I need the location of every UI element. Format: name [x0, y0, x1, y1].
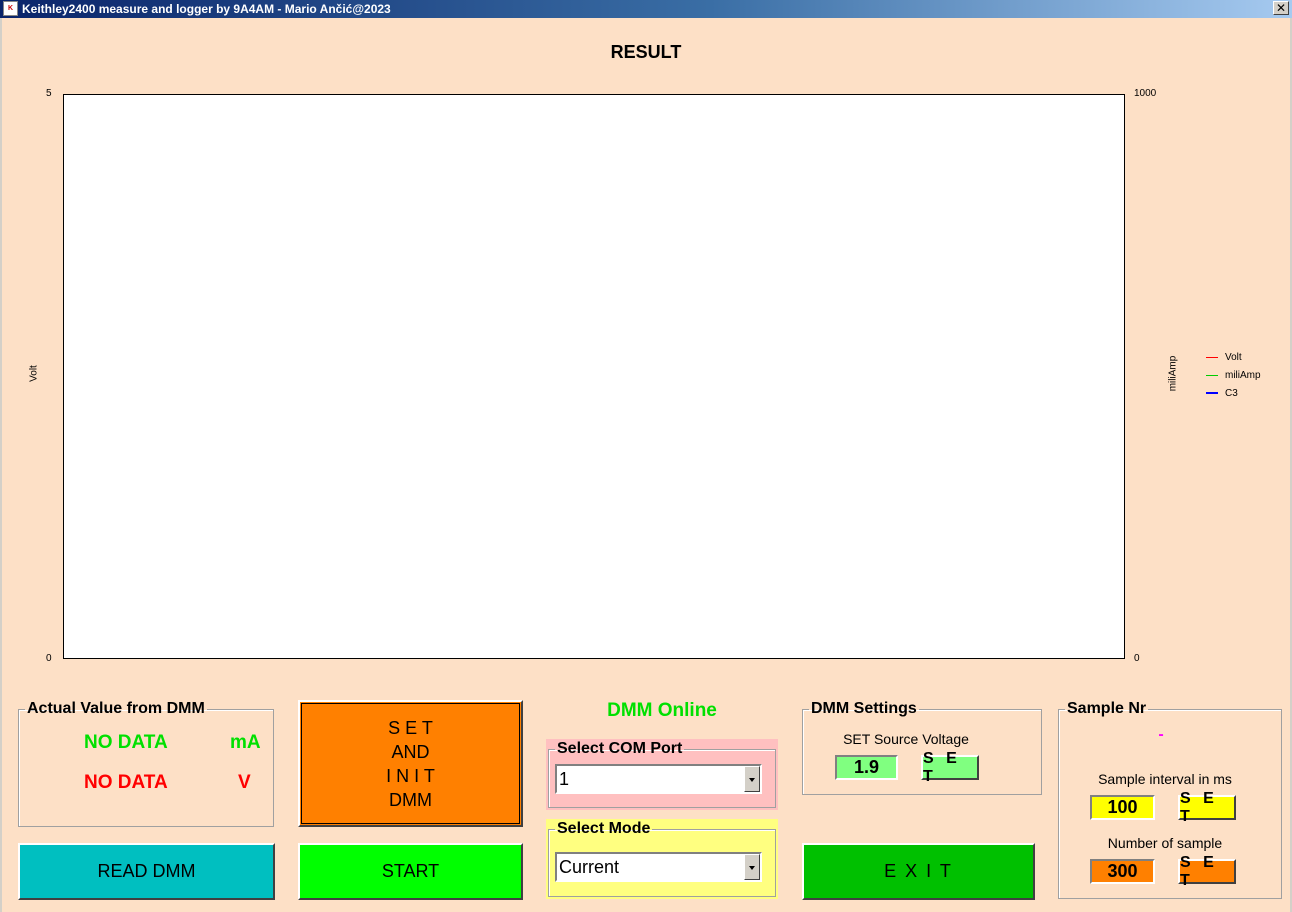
chevron-down-icon[interactable] [744, 766, 760, 792]
actual-value-legend: Actual Value from DMM [27, 700, 205, 717]
chevron-down-icon[interactable] [744, 854, 760, 880]
window-title: Keithley2400 measure and logger by 9A4AM… [22, 2, 391, 16]
legend-label-volt: Volt [1225, 352, 1242, 363]
voltage-value: NO DATA [84, 772, 168, 793]
plot-svg [64, 95, 1124, 658]
set-init-line1: S E T [388, 717, 433, 738]
voltage-unit: V [238, 772, 251, 793]
legend-swatch-volt [1206, 357, 1218, 358]
dmm-settings-legend: DMM Settings [811, 700, 917, 717]
set-init-line3: I N I T [386, 765, 435, 786]
close-icon[interactable]: ✕ [1273, 1, 1289, 15]
y-left-axis-label: Volt [28, 365, 40, 382]
mode-select[interactable]: Current [555, 852, 762, 882]
legend-swatch-c3 [1206, 392, 1218, 394]
chart-title: RESULT [610, 42, 682, 62]
sample-count-input[interactable]: 300 [1090, 859, 1155, 884]
current-unit: mA [230, 732, 261, 753]
legend-label-miliamp: miliAmp [1225, 370, 1261, 381]
y-right-axis-label: miliAmp [1167, 355, 1179, 392]
source-voltage-input[interactable]: 1.9 [835, 755, 898, 780]
sample-legend: Sample Nr [1067, 700, 1147, 717]
y-left-min-tick: 0 [46, 653, 52, 664]
mode-legend: Select Mode [557, 820, 651, 837]
legend-swatch-miliamp [1206, 375, 1218, 376]
set-count-button[interactable]: S E T [1178, 854, 1236, 889]
dmm-settings-group: DMM Settings [802, 700, 1042, 795]
sample-interval-label: Sample interval in ms [1098, 771, 1232, 787]
mode-selected: Current [559, 857, 620, 877]
read-dmm-button[interactable]: READ DMM [18, 843, 275, 900]
com-port-select[interactable]: 1 [555, 764, 762, 794]
set-voltage-button[interactable]: S E T [921, 750, 979, 785]
title-bar: K Keithley2400 measure and logger by 9A4… [0, 0, 1292, 18]
legend-label-c3: C3 [1225, 388, 1238, 399]
dmm-status: DMM Online [607, 700, 717, 721]
exit-button[interactable]: E X I T [802, 843, 1035, 900]
current-value: NO DATA [84, 732, 168, 753]
sample-count-label: Number of sample [1107, 835, 1223, 851]
set-init-dmm-button[interactable]: S E T AND I N I T DMM [298, 700, 523, 827]
sample-nr-value: - [1158, 726, 1164, 743]
plot-area [63, 94, 1125, 659]
window-border-left [0, 18, 2, 912]
keithley-app-icon: K [3, 1, 18, 16]
y-left-max-tick: 5 [46, 88, 52, 99]
start-button[interactable]: START [298, 843, 523, 900]
set-init-line2: AND [391, 741, 430, 762]
y-right-max-tick: 1000 [1134, 88, 1157, 99]
actual-value-group: Actual Value from DMM [18, 700, 274, 827]
sample-interval-input[interactable]: 100 [1090, 795, 1155, 820]
com-port-legend: Select COM Port [557, 740, 683, 757]
set-interval-button[interactable]: S E T [1178, 790, 1236, 825]
com-port-selected: 1 [559, 769, 570, 789]
source-voltage-label: SET Source Voltage [843, 731, 969, 747]
y-right-min-tick: 0 [1134, 653, 1140, 664]
set-init-line4: DMM [389, 789, 432, 810]
